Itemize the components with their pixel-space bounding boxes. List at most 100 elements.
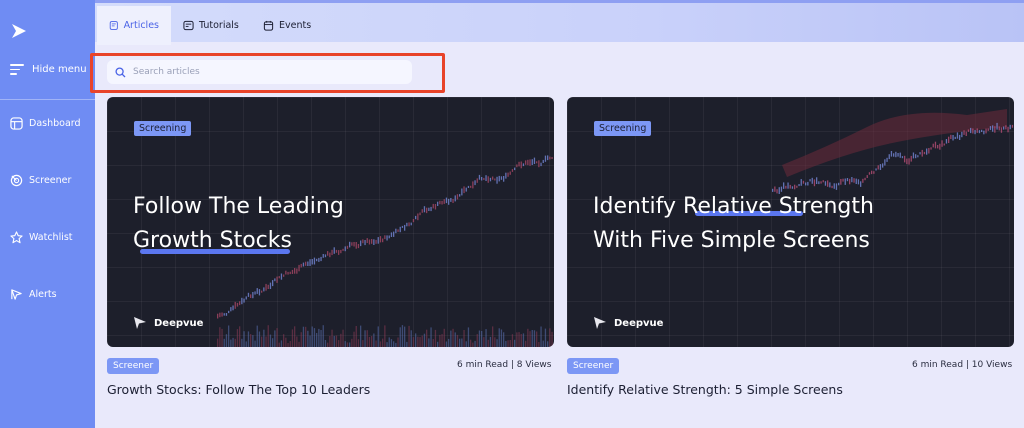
candle [882,163,884,168]
deepvue-logo-icon[interactable] [10,22,28,40]
candle [789,184,791,189]
candle [456,194,459,200]
candle [961,131,963,138]
tab-articles[interactable]: Articles [97,6,171,45]
candle [353,242,355,247]
candle [362,239,364,244]
candle [311,259,313,265]
tab-events[interactable]: Events [251,6,323,45]
sidebar-item-alerts[interactable]: Alerts [10,288,57,301]
volume-bar [285,337,287,347]
hide-menu-button[interactable]: Hide menu [10,64,87,75]
volume-bar [217,338,219,347]
volume-bar [496,339,498,347]
volume-bar [461,338,463,347]
sidebar-item-label: Watchlist [29,232,73,243]
volume-bar [289,341,291,347]
article-title[interactable]: Growth Stocks: Follow The Top 10 Leaders [107,382,370,397]
volume-bar [551,331,553,347]
candle [496,176,498,184]
candle [945,139,948,144]
candle [888,154,890,160]
volume-bar [415,333,417,347]
candle [476,178,478,183]
candle [349,241,351,248]
candle [948,136,950,143]
candle [884,159,886,166]
candle [377,237,379,244]
candle [959,134,961,140]
candle [838,182,840,186]
search-bar[interactable] [107,60,412,84]
image-category-badge: Screening [134,121,192,136]
volume-bar [296,336,298,347]
article-card-image[interactable]: Screening Identify Relative Strength Wit… [567,97,1014,347]
volume-bar [417,336,419,347]
volume-bar [338,340,340,347]
article-card-image[interactable]: Screening Follow The Leading Growth Stoc… [107,97,554,347]
candle [538,160,540,168]
volume-bar [518,332,520,347]
candle [842,178,844,182]
volume-bar [448,338,450,347]
volume-bar [465,341,467,347]
candle [432,203,434,209]
dashboard-icon [10,117,23,130]
volume-bar [355,326,357,347]
volume-bar [494,337,496,347]
candle [816,177,818,184]
volume-bar [514,339,516,347]
volume-bar [509,340,511,347]
volume-bar [353,331,355,347]
volume-bar [459,338,461,347]
candle [404,224,406,231]
candle [351,242,353,246]
search-input[interactable] [133,67,393,77]
candle [217,313,219,319]
volume-bar [525,340,527,347]
sidebar-item-dashboard[interactable]: Dashboard [10,117,81,130]
candle [536,161,538,164]
volume-bar [283,334,285,347]
volume-bar [309,335,311,347]
candle [382,238,384,243]
category-tag[interactable]: Screener [107,358,160,374]
candle [430,206,432,212]
candle [318,257,320,262]
candle [309,259,311,266]
volume-bar [366,330,368,347]
volume-bar [329,336,331,347]
candle [503,176,505,182]
image-title-line1: Identify Relative Strength [593,194,874,219]
volume-bar [221,328,223,347]
volume-bar [522,333,525,347]
calendar-icon [263,20,274,31]
volume-bar [351,338,353,347]
candle [873,171,875,174]
candle [423,206,426,213]
candle [443,199,445,204]
volume-bar [401,325,404,347]
candle [994,126,996,133]
candle [485,175,487,181]
candle [820,181,822,184]
candle [410,222,412,226]
candle [421,209,423,213]
candle [1000,127,1003,133]
category-tag[interactable]: Screener [567,358,620,374]
sidebar-item-watchlist[interactable]: Watchlist [10,231,73,244]
tab-tutorials[interactable]: Tutorials [171,6,251,45]
image-title-line2: With Five Simple Screens [593,228,870,253]
sidebar-item-screener[interactable]: Screener [10,174,71,187]
tab-label: Events [279,20,312,31]
volume-bar [307,330,309,347]
volume-bar [390,339,393,347]
candle [996,122,998,130]
candle [540,162,542,167]
candle [267,284,269,289]
volume-bar [311,326,313,347]
volume-bar [342,329,344,347]
article-title[interactable]: Identify Relative Strength: 5 Simple Scr… [567,382,843,397]
candle [943,143,945,146]
candle [904,155,906,163]
